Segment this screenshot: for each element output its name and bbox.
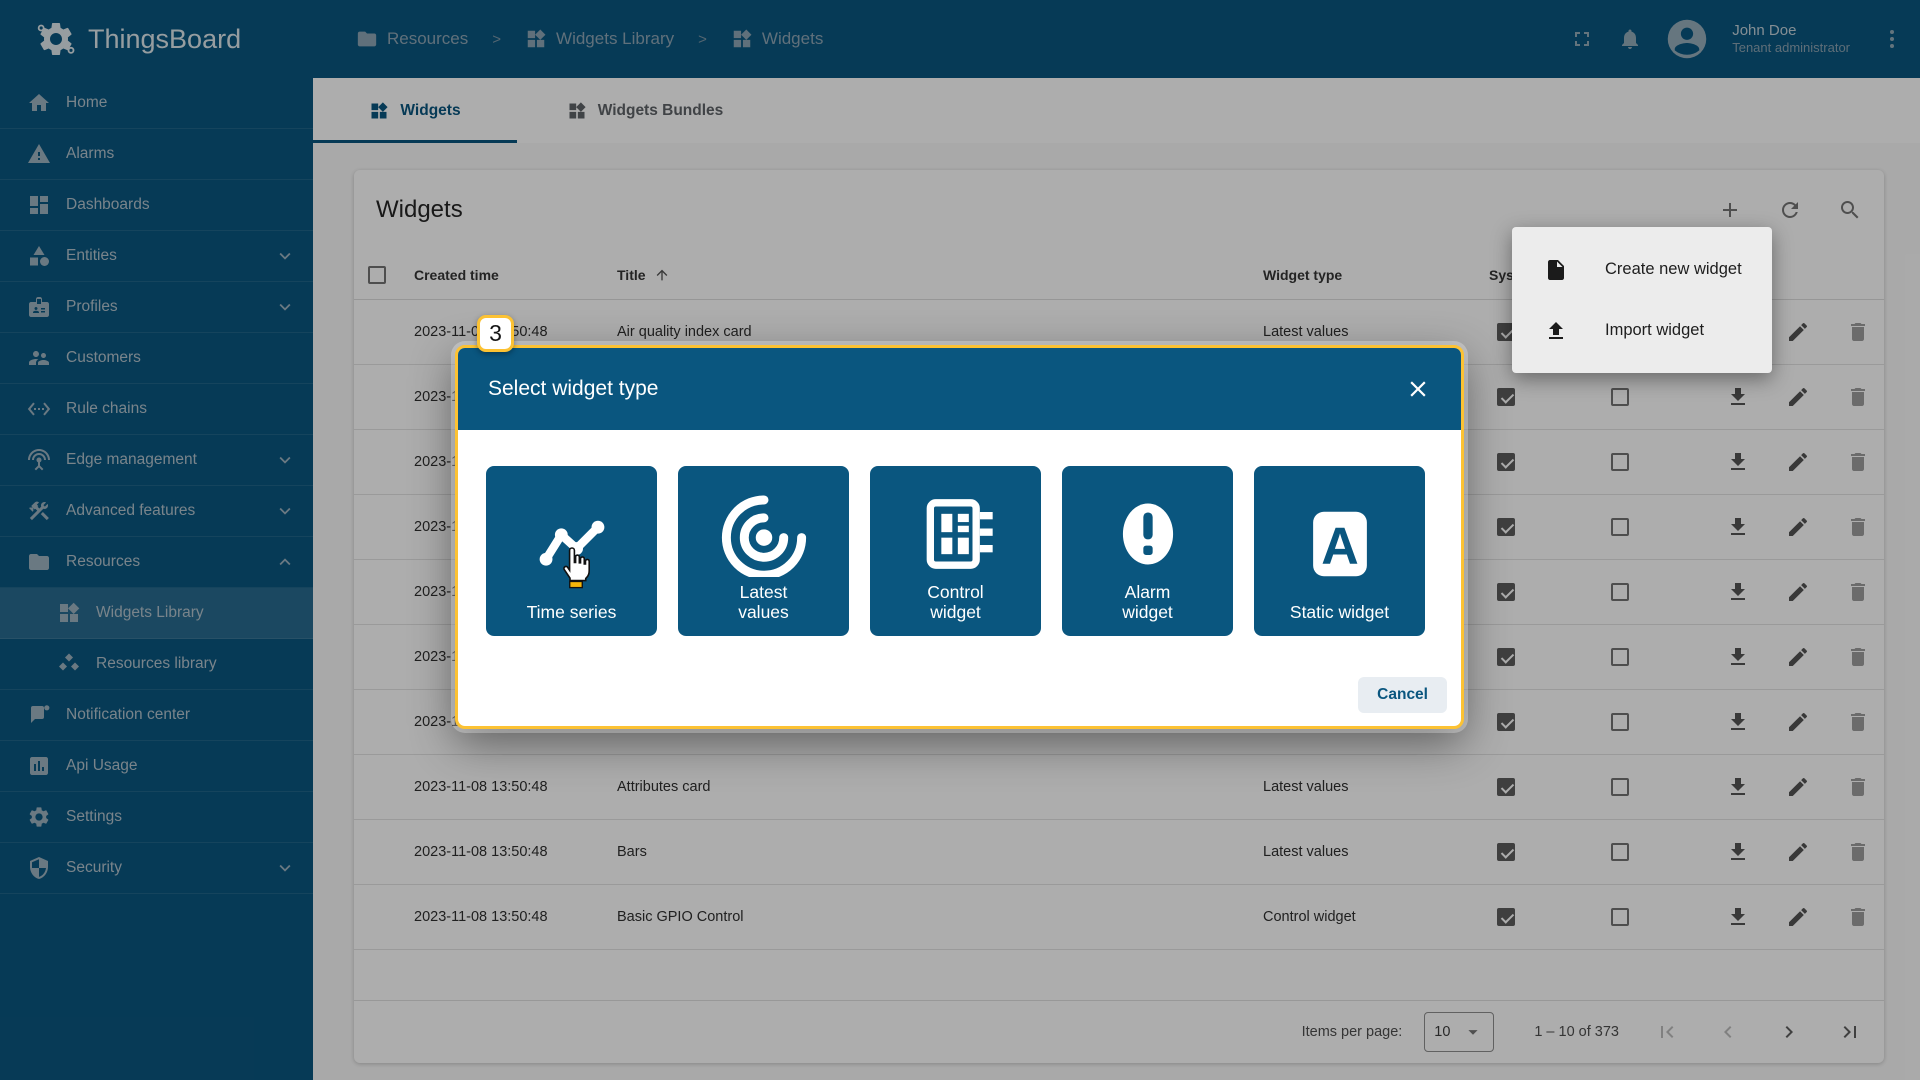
tutorial-step-badge: 3: [477, 315, 514, 352]
widget-type-label: Static widget: [1290, 602, 1389, 623]
widget-type-control-widget[interactable]: Control widget: [870, 466, 1041, 636]
dialog-title: Select widget type: [488, 377, 658, 401]
close-icon: [1405, 376, 1431, 402]
widget-type-label: Time series: [527, 602, 617, 623]
widget-type-label: Latest values: [714, 582, 814, 623]
upload-icon: [1544, 319, 1568, 343]
timeseries-icon: [534, 515, 610, 573]
widget-type-latest-values[interactable]: Latest values: [678, 466, 849, 636]
add-widget-menu: Create new widget Import widget: [1512, 227, 1772, 373]
select-widget-type-dialog: Select widget type Time series: [455, 345, 1464, 729]
widget-type-label: Alarm widget: [1098, 582, 1198, 623]
cancel-button[interactable]: Cancel: [1358, 677, 1447, 713]
file-icon: [1544, 258, 1568, 282]
widget-type-label: Control widget: [906, 582, 1006, 623]
menu-item-label: Import widget: [1605, 321, 1704, 340]
widget-type-static-widget[interactable]: A Static widget: [1254, 466, 1425, 636]
letter-a-icon: A: [1297, 501, 1383, 587]
menu-item-import-widget[interactable]: Import widget: [1512, 300, 1772, 361]
spiral-icon: [721, 491, 807, 577]
exclamation-icon: [1105, 491, 1191, 577]
control-device-icon: [912, 490, 1000, 578]
widget-type-time-series[interactable]: Time series: [486, 466, 657, 636]
widget-type-alarm-widget[interactable]: Alarm widget: [1062, 466, 1233, 636]
menu-item-label: Create new widget: [1605, 260, 1742, 279]
close-dialog-button[interactable]: [1405, 376, 1431, 402]
menu-item-create-new-widget[interactable]: Create new widget: [1512, 239, 1772, 300]
svg-text:A: A: [1321, 518, 1359, 576]
